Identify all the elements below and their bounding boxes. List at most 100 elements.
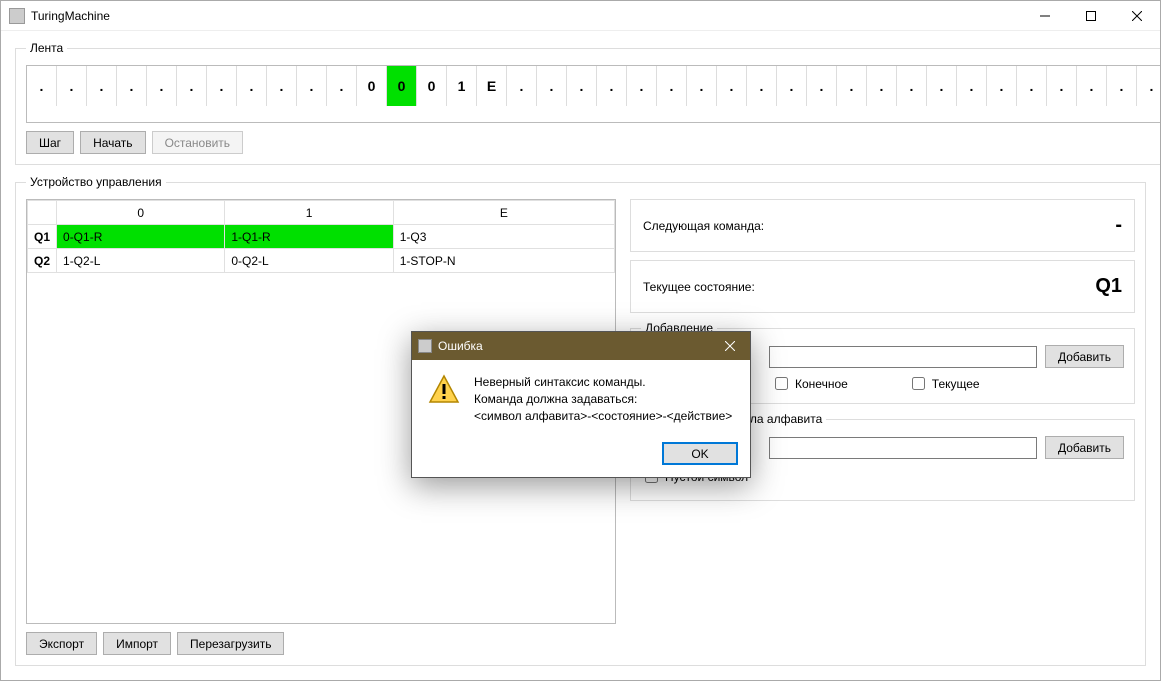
tape-cell[interactable]: . bbox=[1017, 66, 1047, 106]
tape-cell[interactable]: . bbox=[807, 66, 837, 106]
command-cell[interactable]: 1-STOP-N bbox=[393, 249, 614, 273]
next-command-label: Следующая команда: bbox=[643, 219, 764, 233]
dialog-line1: Неверный синтаксис команды. bbox=[474, 374, 732, 391]
app-icon bbox=[9, 8, 25, 24]
dialog-title: Ошибка bbox=[438, 339, 710, 353]
tape-cell[interactable]: . bbox=[297, 66, 327, 106]
column-header[interactable]: E bbox=[393, 201, 614, 225]
minimize-button[interactable] bbox=[1022, 1, 1068, 31]
close-icon bbox=[1132, 11, 1142, 21]
command-cell[interactable]: 0-Q2-L bbox=[225, 249, 393, 273]
tape-cell[interactable]: . bbox=[597, 66, 627, 106]
tape-cell[interactable]: . bbox=[1137, 66, 1160, 106]
current-checkbox[interactable] bbox=[912, 377, 925, 390]
control-export-button[interactable]: Экспорт bbox=[26, 632, 97, 655]
step-button[interactable]: Шаг bbox=[26, 131, 74, 154]
tape-cell[interactable]: . bbox=[747, 66, 777, 106]
tape-cell[interactable]: E bbox=[477, 66, 507, 106]
tape-cell[interactable]: . bbox=[717, 66, 747, 106]
row-header[interactable]: Q1 bbox=[28, 225, 57, 249]
current-check-label[interactable]: Текущее bbox=[908, 374, 980, 393]
final-checkbox[interactable] bbox=[775, 377, 788, 390]
tape-cell[interactable]: . bbox=[867, 66, 897, 106]
tape-button-row: Шаг Начать Остановить Экспорт Импорт bbox=[26, 131, 1160, 154]
tape-cell[interactable]: . bbox=[627, 66, 657, 106]
tape-cell[interactable]: 0 bbox=[387, 66, 417, 106]
current-state-label: Текущее состояние: bbox=[643, 280, 755, 294]
command-cell[interactable]: 1-Q1-R bbox=[225, 225, 393, 249]
window-title: TuringMachine bbox=[31, 9, 1022, 23]
tape-cell[interactable]: 1 bbox=[447, 66, 477, 106]
tape-cell[interactable]: . bbox=[57, 66, 87, 106]
titlebar: TuringMachine bbox=[1, 1, 1160, 31]
command-cell[interactable]: 0-Q1-R bbox=[57, 225, 225, 249]
dialog-ok-button[interactable]: OK bbox=[662, 442, 738, 465]
tape-cell[interactable]: . bbox=[687, 66, 717, 106]
control-import-button[interactable]: Импорт bbox=[103, 632, 171, 655]
dialog-app-icon bbox=[418, 339, 432, 353]
tape-cell[interactable]: . bbox=[507, 66, 537, 106]
tape-cell[interactable]: . bbox=[87, 66, 117, 106]
tape-cell[interactable]: 0 bbox=[417, 66, 447, 106]
next-command-box: Следующая команда: - bbox=[630, 199, 1135, 252]
final-check-label[interactable]: Конечное bbox=[771, 374, 848, 393]
tape-cell[interactable]: . bbox=[897, 66, 927, 106]
tape: ...........0001E........................… bbox=[27, 66, 1160, 106]
maximize-button[interactable] bbox=[1068, 1, 1114, 31]
control-bottom-buttons: Экспорт Импорт Перезагрузить bbox=[26, 632, 616, 655]
current-state-box: Текущее состояние: Q1 bbox=[630, 260, 1135, 313]
tape-cell[interactable]: . bbox=[777, 66, 807, 106]
tape-cell[interactable]: . bbox=[1077, 66, 1107, 106]
current-state-value: Q1 bbox=[1095, 275, 1122, 298]
tape-cell[interactable]: . bbox=[1107, 66, 1137, 106]
dialog-line3: <символ алфавита>-<состояние>-<действие> bbox=[474, 408, 732, 425]
main-window: TuringMachine Лента ...........0001E....… bbox=[0, 0, 1161, 681]
next-command-value: - bbox=[1115, 214, 1122, 237]
close-icon bbox=[725, 341, 735, 351]
tape-scroll[interactable]: ...........0001E........................… bbox=[26, 65, 1160, 123]
tape-cell[interactable]: . bbox=[117, 66, 147, 106]
dialog-body: Неверный синтаксис команды. Команда долж… bbox=[412, 360, 750, 434]
close-button[interactable] bbox=[1114, 1, 1160, 31]
add-state-name-input[interactable] bbox=[769, 346, 1037, 368]
tape-cell[interactable]: . bbox=[27, 66, 57, 106]
row-header[interactable]: Q2 bbox=[28, 249, 57, 273]
control-legend: Устройство управления bbox=[26, 175, 166, 189]
start-button[interactable]: Начать bbox=[80, 131, 146, 154]
tape-cell[interactable]: . bbox=[927, 66, 957, 106]
tape-cell[interactable]: . bbox=[957, 66, 987, 106]
stop-button[interactable]: Остановить bbox=[152, 131, 244, 154]
tape-cell[interactable]: . bbox=[657, 66, 687, 106]
add-symbol-button[interactable]: Добавить bbox=[1045, 436, 1124, 459]
column-header[interactable]: 1 bbox=[225, 201, 393, 225]
tape-cell[interactable]: 0 bbox=[357, 66, 387, 106]
command-cell[interactable]: 1-Q2-L bbox=[57, 249, 225, 273]
dialog-close-button[interactable] bbox=[710, 332, 750, 360]
tape-legend: Лента bbox=[26, 41, 67, 55]
tape-cell[interactable]: . bbox=[987, 66, 1017, 106]
warning-icon bbox=[428, 374, 460, 424]
tape-cell[interactable]: . bbox=[207, 66, 237, 106]
tape-cell[interactable]: . bbox=[837, 66, 867, 106]
tape-cell[interactable]: . bbox=[177, 66, 207, 106]
tape-cell[interactable]: . bbox=[327, 66, 357, 106]
add-state-button[interactable]: Добавить bbox=[1045, 345, 1124, 368]
tape-group: Лента ...........0001E..................… bbox=[15, 41, 1160, 165]
add-symbol-input[interactable] bbox=[769, 437, 1037, 459]
tape-cell[interactable]: . bbox=[537, 66, 567, 106]
tape-cell[interactable]: . bbox=[147, 66, 177, 106]
tape-cell[interactable]: . bbox=[237, 66, 267, 106]
command-table: 01E Q10-Q1-R1-Q1-R1-Q3 Q21-Q2-L0-Q2-L1-STO… bbox=[27, 200, 615, 273]
error-dialog: Ошибка Неверный синтаксис команды. Коман… bbox=[411, 331, 751, 478]
command-cell[interactable]: 1-Q3 bbox=[393, 225, 614, 249]
column-header[interactable]: 0 bbox=[57, 201, 225, 225]
dialog-message: Неверный синтаксис команды. Команда долж… bbox=[474, 374, 732, 424]
maximize-icon bbox=[1086, 11, 1096, 21]
minimize-icon bbox=[1040, 11, 1050, 21]
tape-cell[interactable]: . bbox=[1047, 66, 1077, 106]
dialog-footer: OK bbox=[412, 434, 750, 477]
tape-cell[interactable]: . bbox=[267, 66, 297, 106]
control-reload-button[interactable]: Перезагрузить bbox=[177, 632, 284, 655]
tape-cell[interactable]: . bbox=[567, 66, 597, 106]
dialog-titlebar[interactable]: Ошибка bbox=[412, 332, 750, 360]
